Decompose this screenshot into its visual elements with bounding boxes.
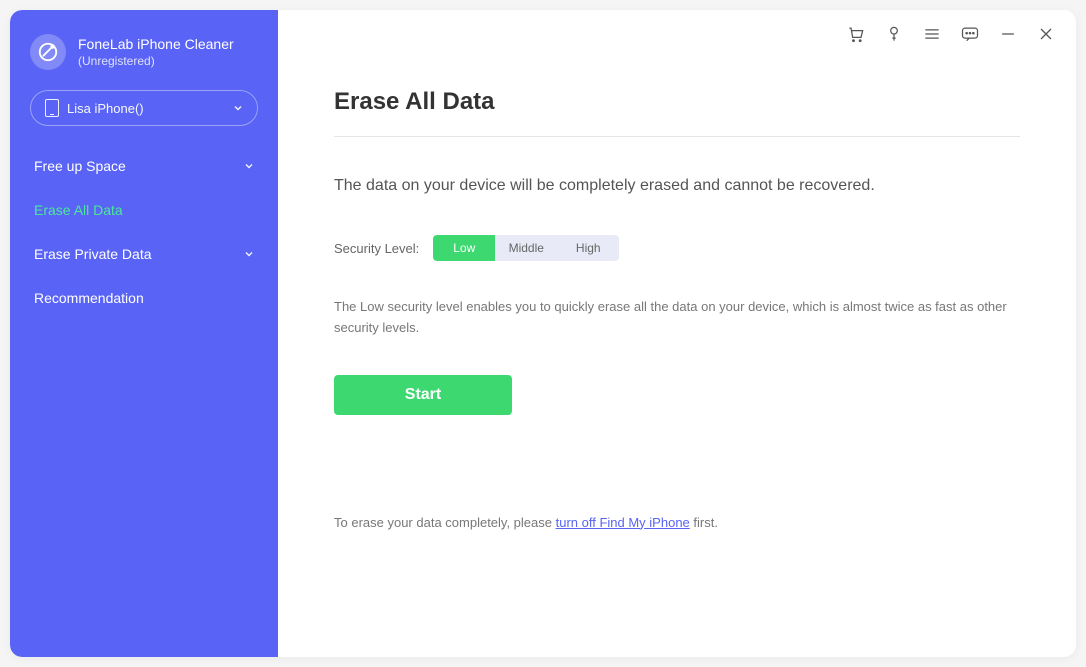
close-icon[interactable] bbox=[1036, 24, 1056, 44]
chevron-down-icon bbox=[244, 161, 254, 171]
app-title: FoneLab iPhone Cleaner bbox=[78, 36, 234, 52]
device-selector[interactable]: Lisa iPhone() bbox=[30, 90, 258, 126]
feedback-icon[interactable] bbox=[960, 24, 980, 44]
security-level-label: Security Level: bbox=[334, 241, 419, 256]
nav-item-label: Erase Private Data bbox=[34, 246, 152, 262]
menu-icon[interactable] bbox=[922, 24, 942, 44]
app-window: FoneLab iPhone Cleaner (Unregistered) Li… bbox=[10, 10, 1076, 657]
footer-note: To erase your data completely, please tu… bbox=[334, 515, 1020, 530]
cart-icon[interactable] bbox=[846, 24, 866, 44]
page-description: The data on your device will be complete… bbox=[334, 177, 1020, 195]
start-button[interactable]: Start bbox=[334, 375, 512, 415]
minimize-icon[interactable] bbox=[998, 24, 1018, 44]
nav-erase-all-data[interactable]: Erase All Data bbox=[10, 188, 278, 232]
nav-item-label: Erase All Data bbox=[34, 202, 123, 218]
security-option-middle[interactable]: Middle bbox=[495, 235, 557, 261]
chevron-down-icon bbox=[244, 249, 254, 259]
brand-text: FoneLab iPhone Cleaner (Unregistered) bbox=[78, 36, 234, 68]
sidebar: FoneLab iPhone Cleaner (Unregistered) Li… bbox=[10, 10, 278, 657]
content: Erase All Data The data on your device w… bbox=[278, 58, 1076, 560]
divider bbox=[334, 136, 1020, 137]
main-area: Erase All Data The data on your device w… bbox=[278, 10, 1076, 657]
phone-icon bbox=[45, 99, 59, 117]
footer-note-prefix: To erase your data completely, please bbox=[334, 515, 556, 530]
find-my-iphone-link[interactable]: turn off Find My iPhone bbox=[556, 515, 690, 530]
security-level-description: The Low security level enables you to qu… bbox=[334, 297, 1020, 339]
footer-note-suffix: first. bbox=[690, 515, 718, 530]
nav-recommendation[interactable]: Recommendation bbox=[10, 276, 278, 320]
app-registration-status: (Unregistered) bbox=[78, 54, 234, 68]
page-title: Erase All Data bbox=[334, 88, 1020, 116]
security-level-row: Security Level: Low Middle High bbox=[334, 235, 1020, 261]
nav-erase-private-data[interactable]: Erase Private Data bbox=[10, 232, 278, 276]
device-name: Lisa iPhone() bbox=[67, 101, 233, 116]
nav-free-up-space[interactable]: Free up Space bbox=[10, 144, 278, 188]
app-logo-icon bbox=[30, 34, 66, 70]
brand-header: FoneLab iPhone Cleaner (Unregistered) bbox=[10, 34, 278, 70]
chevron-down-icon bbox=[233, 103, 243, 113]
titlebar bbox=[278, 10, 1076, 58]
security-level-segmented: Low Middle High bbox=[433, 235, 619, 261]
security-option-high[interactable]: High bbox=[557, 235, 619, 261]
key-icon[interactable] bbox=[884, 24, 904, 44]
nav-item-label: Recommendation bbox=[34, 290, 144, 306]
security-option-low[interactable]: Low bbox=[433, 235, 495, 261]
nav-item-label: Free up Space bbox=[34, 158, 126, 174]
